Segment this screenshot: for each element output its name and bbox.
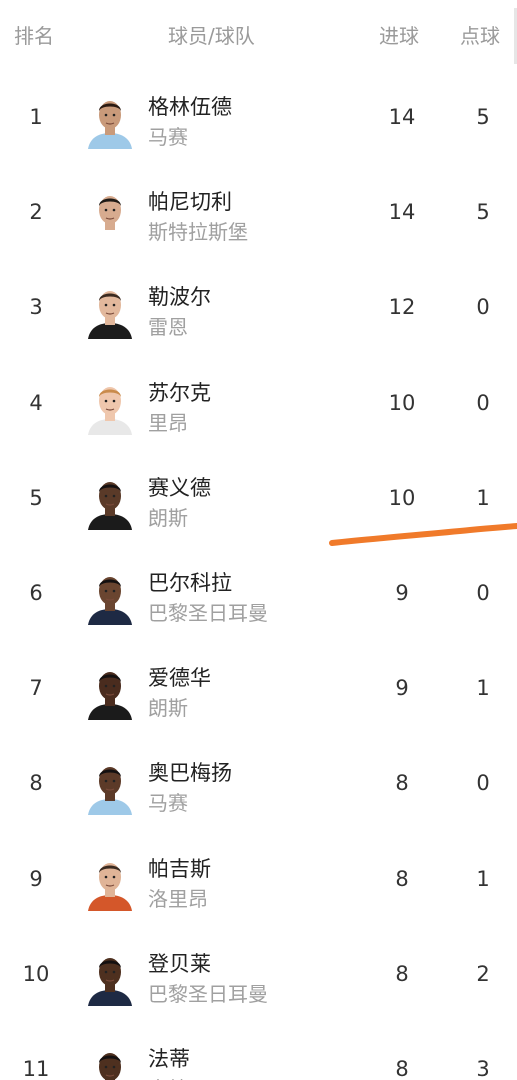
team-name[interactable]: 马赛 <box>148 121 188 150</box>
player-avatar[interactable] <box>82 474 138 530</box>
rank-number: 7 <box>29 676 43 701</box>
table-row[interactable]: 4 苏尔克 里昂 10 0 <box>0 357 517 452</box>
player-avatar[interactable] <box>82 188 138 245</box>
team-name[interactable]: 南特 <box>148 1073 188 1080</box>
rank-number: 11 <box>22 1057 50 1080</box>
player-name[interactable]: 格林伍德 <box>148 91 232 121</box>
goals-value: 8 <box>395 961 409 986</box>
rank-number: 10 <box>22 961 50 986</box>
player-avatar[interactable] <box>82 93 138 149</box>
team-name[interactable]: 朗斯 <box>148 692 188 721</box>
player-name[interactable]: 苏尔克 <box>148 377 211 407</box>
player-name[interactable]: 爱德华 <box>148 662 211 692</box>
penalties-value: 5 <box>476 105 490 129</box>
rank-number: 1 <box>29 105 43 129</box>
team-name[interactable]: 朗斯 <box>148 502 188 531</box>
player-name[interactable]: 帕吉斯 <box>148 853 211 883</box>
penalties-value: 0 <box>476 581 490 605</box>
penalties-value: 5 <box>476 200 490 225</box>
table-row[interactable]: 1 格林伍德 马赛 14 5 <box>0 71 517 166</box>
rank-number: 5 <box>29 485 43 510</box>
header-goals[interactable]: 进球 <box>379 20 419 49</box>
table-row[interactable]: 7 爱德华 朗斯 9 1 <box>0 642 517 737</box>
penalties-value: 1 <box>476 676 490 701</box>
player-name[interactable]: 巴尔科拉 <box>148 567 232 597</box>
table-row[interactable]: 6 巴尔科拉 巴黎圣日耳曼 9 0 <box>0 547 517 642</box>
penalties-value: 0 <box>476 295 490 320</box>
penalties-value: 3 <box>476 1057 490 1080</box>
scorer-ranking-page: 排名 球员/球队 进球 点球 1 格林伍德 马赛 14 5 2 帕尼切利 斯特拉… <box>0 0 517 1080</box>
table-row[interactable]: 8 奥巴梅扬 马赛 8 0 <box>0 737 517 832</box>
team-name[interactable]: 马赛 <box>148 787 188 816</box>
player-avatar[interactable] <box>82 664 138 721</box>
player-name[interactable]: 登贝莱 <box>148 948 211 978</box>
team-name[interactable]: 巴黎圣日耳曼 <box>148 597 268 626</box>
player-avatar[interactable] <box>82 1045 138 1080</box>
player-name[interactable]: 帕尼切利 <box>148 186 232 216</box>
table-row[interactable]: 9 帕吉斯 洛里昂 8 1 <box>0 833 517 928</box>
goals-value: 10 <box>388 485 416 510</box>
table-row[interactable]: 11 法蒂 南特 8 3 <box>0 1023 517 1080</box>
player-avatar[interactable] <box>82 759 138 816</box>
player-name[interactable]: 奥巴梅扬 <box>148 757 232 787</box>
rank-number: 4 <box>29 390 43 415</box>
goals-value: 10 <box>388 390 416 415</box>
team-name[interactable]: 雷恩 <box>148 311 188 340</box>
rank-number: 9 <box>29 866 43 891</box>
penalties-value: 2 <box>476 961 490 986</box>
header-rank[interactable]: 排名 <box>14 20 54 49</box>
header-penalties[interactable]: 点球 <box>460 20 500 49</box>
goals-value: 8 <box>395 771 409 796</box>
goals-value: 9 <box>395 581 409 605</box>
player-avatar[interactable] <box>82 855 138 911</box>
rank-number: 3 <box>29 295 43 320</box>
goals-value: 8 <box>395 1057 409 1080</box>
table-row[interactable]: 3 勒波尔 雷恩 12 0 <box>0 261 517 356</box>
table-row[interactable]: 10 登贝莱 巴黎圣日耳曼 8 2 <box>0 928 517 1023</box>
table-row[interactable]: 2 帕尼切利 斯特拉斯堡 14 5 <box>0 166 517 261</box>
goals-value: 14 <box>388 200 416 225</box>
penalties-value: 0 <box>476 390 490 415</box>
player-name[interactable]: 法蒂 <box>148 1043 190 1073</box>
team-name[interactable]: 斯特拉斯堡 <box>148 216 248 245</box>
rank-number: 2 <box>29 200 43 225</box>
rank-number: 8 <box>29 771 43 796</box>
penalties-value: 1 <box>476 485 490 510</box>
player-name[interactable]: 勒波尔 <box>148 281 211 311</box>
player-avatar[interactable] <box>82 569 138 625</box>
penalties-value: 1 <box>476 866 490 891</box>
table-header: 排名 球员/球队 进球 点球 <box>0 0 517 66</box>
table-row[interactable]: 5 赛义德 朗斯 10 1 <box>0 452 517 547</box>
player-avatar[interactable] <box>82 283 138 340</box>
player-avatar[interactable] <box>82 379 138 435</box>
goals-value: 9 <box>395 676 409 701</box>
rank-number: 6 <box>29 581 43 605</box>
goals-value: 12 <box>388 295 416 320</box>
team-name[interactable]: 里昂 <box>148 407 188 436</box>
player-avatar[interactable] <box>82 950 138 1006</box>
goals-value: 8 <box>395 866 409 891</box>
player-name[interactable]: 赛义德 <box>148 472 211 502</box>
team-name[interactable]: 洛里昂 <box>148 883 208 912</box>
goals-value: 14 <box>388 105 416 129</box>
team-name[interactable]: 巴黎圣日耳曼 <box>148 978 268 1007</box>
header-player-team[interactable]: 球员/球队 <box>168 20 255 49</box>
penalties-value: 0 <box>476 771 490 796</box>
